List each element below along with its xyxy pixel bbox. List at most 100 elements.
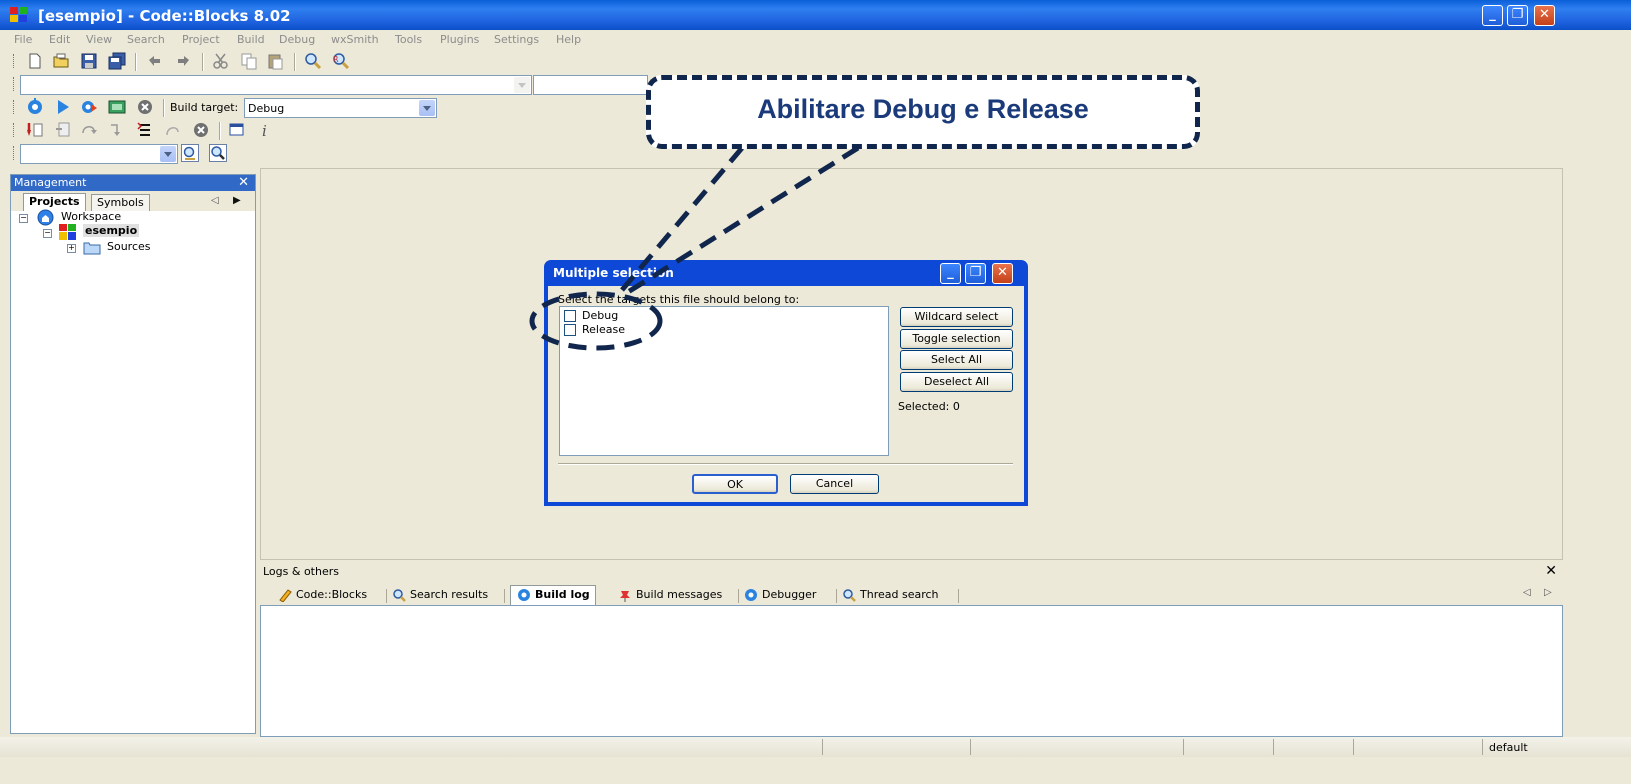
menu-project[interactable]: Project (182, 33, 220, 46)
search-icon (842, 588, 856, 602)
pin-icon (618, 588, 632, 602)
multiple-selection-dialog: Multiple selection _ ❐ ✕ Select the targ… (544, 260, 1028, 506)
menu-bar: File Edit View Search Project Build Debu… (0, 30, 1631, 50)
codeblocks-logo-icon (10, 7, 28, 23)
run-to-cursor-icon[interactable] (54, 121, 72, 139)
collapse-workspace-icon[interactable]: − (19, 214, 28, 223)
debug-start-icon[interactable] (26, 121, 44, 139)
search-options-icon[interactable] (181, 144, 199, 162)
toolbar-grip[interactable] (13, 123, 16, 137)
svg-text:i: i (262, 122, 267, 139)
copy-icon[interactable] (240, 52, 258, 70)
replace-icon[interactable]: R (332, 52, 350, 70)
scope-combo[interactable] (20, 75, 532, 95)
chevron-down-icon[interactable] (514, 77, 530, 93)
dialog-body: Select the targets this file should belo… (548, 286, 1024, 502)
ok-button[interactable]: OK (692, 474, 778, 494)
tab-thread-search-label: Thread search (860, 588, 939, 601)
debugger-toolbar: i (0, 119, 290, 142)
save-icon[interactable] (80, 52, 98, 70)
toggle-selection-button[interactable]: Toggle selection (900, 329, 1013, 349)
close-button[interactable]: ✕ (1534, 5, 1555, 26)
chevron-down-icon[interactable] (160, 146, 176, 162)
management-tabs: Projects Symbols ◁ ▶ (11, 191, 255, 211)
tab-scroll-left-icon[interactable]: ◁ (211, 195, 219, 206)
tab-symbols[interactable]: Symbols (91, 194, 150, 211)
menu-view[interactable]: View (86, 33, 112, 46)
quick-search-combo[interactable] (20, 144, 178, 164)
tab-build-log[interactable]: Build log (510, 585, 596, 607)
menu-plugins[interactable]: Plugins (440, 33, 479, 46)
open-file-icon[interactable] (52, 52, 70, 70)
callout-box: Abilitare Debug e Release (646, 75, 1200, 149)
callout-text: Abilitare Debug e Release (757, 94, 1089, 124)
select-all-button[interactable]: Select All (900, 350, 1013, 370)
new-file-icon[interactable] (26, 52, 44, 70)
menu-file[interactable]: File (14, 33, 32, 46)
menu-wxsmith[interactable]: wxSmith (331, 33, 379, 46)
build-and-run-icon[interactable] (80, 98, 98, 116)
logs-scroll-left-icon[interactable]: ◁ (1523, 587, 1531, 598)
step-into-icon[interactable] (108, 121, 126, 139)
minimize-button[interactable]: _ (1482, 5, 1503, 26)
logs-scroll-right-icon[interactable]: ▷ (1544, 587, 1552, 598)
menu-help[interactable]: Help (556, 33, 581, 46)
tree-project-esempio[interactable]: esempio (83, 224, 140, 237)
status-default: default (1489, 741, 1528, 754)
expand-sources-icon[interactable]: + (67, 244, 76, 253)
function-combo[interactable] (533, 75, 648, 95)
build-target-select[interactable]: Debug (244, 98, 437, 118)
toolbar-grip[interactable] (13, 146, 16, 160)
tree-sources[interactable]: Sources (107, 240, 151, 253)
chevron-down-icon[interactable] (419, 100, 435, 116)
dialog-title: Multiple selection (553, 266, 674, 280)
build-target-label: Build target: (170, 101, 239, 114)
debug-checkbox[interactable] (564, 310, 576, 322)
rebuild-icon[interactable] (108, 98, 126, 116)
search-icon[interactable] (209, 144, 227, 162)
dialog-maximize-button[interactable]: ❐ (965, 263, 986, 284)
info-icon[interactable]: i (258, 121, 276, 140)
menu-edit[interactable]: Edit (49, 33, 70, 46)
menu-settings[interactable]: Settings (494, 33, 539, 46)
dialog-prompt: Select the targets this file should belo… (558, 293, 800, 306)
stop-debugger-icon[interactable] (192, 121, 210, 139)
next-line-icon[interactable] (80, 121, 98, 139)
toolbar-grip[interactable] (13, 100, 16, 114)
tree-workspace[interactable]: Workspace (61, 210, 121, 223)
run-icon[interactable] (54, 98, 72, 116)
wildcard-select-button[interactable]: Wildcard select (900, 307, 1013, 327)
find-icon[interactable] (304, 52, 322, 70)
redo-icon[interactable] (174, 52, 192, 70)
collapse-project-icon[interactable]: − (43, 229, 52, 238)
paste-icon[interactable] (266, 52, 284, 70)
menu-search[interactable]: Search (127, 33, 165, 46)
logs-close-icon[interactable]: ✕ (1545, 563, 1557, 579)
dialog-close-button[interactable]: ✕ (992, 263, 1013, 284)
tab-scroll-right-icon[interactable]: ▶ (233, 195, 241, 206)
menu-tools[interactable]: Tools (395, 33, 422, 46)
toolbar-grip[interactable] (13, 54, 16, 68)
menu-debug[interactable]: Debug (279, 33, 315, 46)
undo-icon[interactable] (146, 52, 164, 70)
step-out-icon[interactable] (136, 121, 154, 139)
tab-projects[interactable]: Projects (23, 193, 86, 211)
debugging-windows-icon[interactable] (228, 121, 246, 139)
next-instruction-icon[interactable] (164, 121, 182, 139)
cancel-button[interactable]: Cancel (790, 474, 879, 494)
toolbar-grip[interactable] (13, 77, 16, 91)
cut-icon[interactable] (212, 52, 230, 70)
abort-icon[interactable] (136, 98, 154, 116)
management-panel: Management ✕ Projects Symbols ◁ ▶ − Work… (10, 174, 256, 734)
deselect-all-button[interactable]: Deselect All (900, 372, 1013, 392)
compiler-toolbar: Build target: Debug (0, 96, 440, 119)
dialog-minimize-button[interactable]: _ (940, 263, 961, 284)
build-icon[interactable] (26, 98, 44, 116)
restore-button[interactable]: ❐ (1507, 5, 1528, 26)
save-all-icon[interactable] (108, 52, 126, 70)
management-close-icon[interactable]: ✕ (238, 175, 249, 190)
build-log-output[interactable] (260, 605, 1563, 737)
release-checkbox[interactable] (564, 324, 576, 336)
build-icon (517, 588, 531, 602)
menu-build[interactable]: Build (237, 33, 265, 46)
